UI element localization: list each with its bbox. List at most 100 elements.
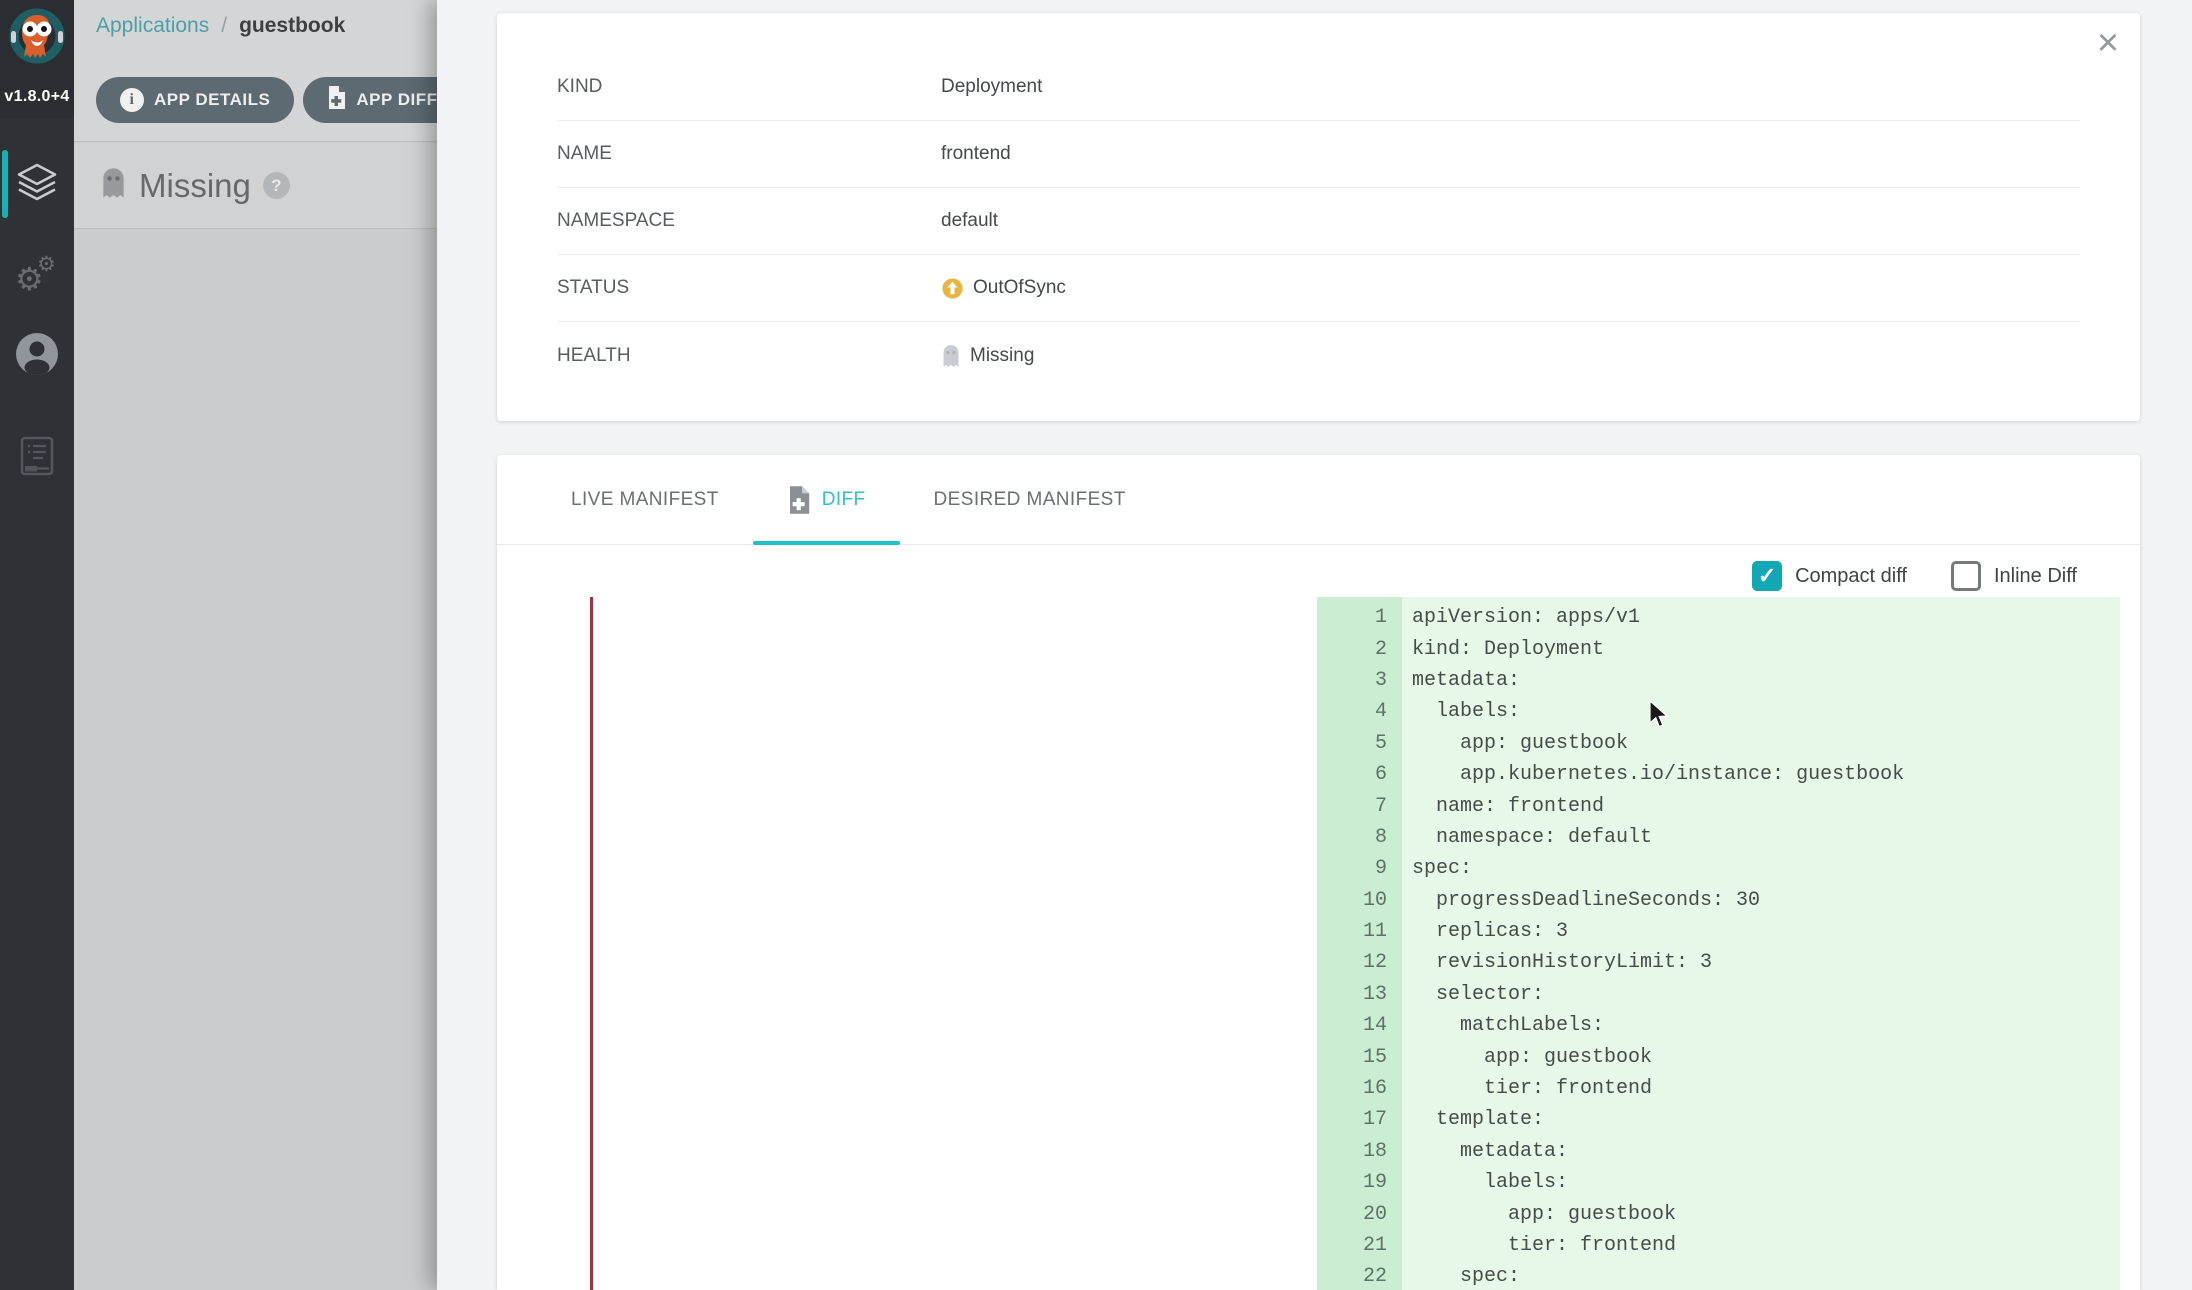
diff-option[interactable]: ✓ Inline Diff: [1951, 561, 2077, 591]
tab-label: LIVE MANIFEST: [571, 489, 719, 511]
summary-row: NAME: [557, 121, 2080, 188]
resource-slide-panel: × KIND: [437, 0, 2192, 1290]
line-text: name: frontend: [1402, 795, 1604, 818]
file-diff-icon: [327, 85, 346, 115]
line-text: spec:: [1402, 857, 1472, 880]
out-of-sync-icon: [941, 277, 964, 300]
line-text: kind: Deployment: [1402, 638, 1604, 661]
summary-row-value: default: [941, 210, 998, 232]
checkbox-label: Compact diff: [1795, 565, 1907, 588]
app-health-label: Missing: [139, 167, 251, 205]
summary-row-value-text: default: [941, 210, 998, 232]
sidebar-item-settings[interactable]: ⚙ ⚙: [0, 238, 74, 310]
diff-line: 6 app.kubernetes.io/instance: guestbook: [1317, 759, 2120, 790]
diff-added-pane: 1 apiVersion: apps/v1 2 kind: Deployment…: [1317, 597, 2120, 1290]
diff-controls: ✓ Compact diff ✓ Inline Diff: [1752, 561, 2077, 591]
diff-line: 16 tier: frontend: [1317, 1073, 2120, 1104]
diff-line: 13 selector:: [1317, 979, 2120, 1010]
close-icon[interactable]: ×: [2084, 19, 2132, 67]
line-text: revisionHistoryLimit: 3: [1402, 951, 1712, 974]
line-text: namespace: default: [1402, 826, 1652, 849]
diff-option[interactable]: ✓ Compact diff: [1752, 561, 1907, 591]
resource-summary-card: × KIND: [497, 13, 2140, 421]
diff-line: 5 app: guestbook: [1317, 728, 2120, 759]
breadcrumb-current: guestbook: [239, 14, 345, 38]
checkbox[interactable]: ✓: [1951, 561, 1981, 591]
info-icon: i: [120, 88, 144, 112]
summary-row-label: NAME: [557, 143, 941, 165]
line-text: labels:: [1402, 700, 1520, 723]
sidebar-item-applications[interactable]: [0, 148, 74, 220]
line-number: 8: [1317, 826, 1402, 849]
diff-line: 12 revisionHistoryLimit: 3: [1317, 947, 2120, 978]
line-number: 16: [1317, 1077, 1402, 1100]
manifest-tabbar: LIVE MANIFEST DIFF: [497, 455, 2140, 545]
resource-summary: KIND: [557, 54, 2080, 389]
sidebar-item-user[interactable]: [0, 320, 74, 392]
diff-line: 8 namespace: default: [1317, 822, 2120, 853]
line-number: 14: [1317, 1014, 1402, 1037]
sidebar: v1.8.0+4 ⚙ ⚙: [0, 0, 74, 1290]
line-number: 4: [1317, 700, 1402, 723]
user-icon: [14, 331, 60, 382]
diff-line: 18 metadata:: [1317, 1136, 2120, 1167]
diff-line: 17 template:: [1317, 1104, 2120, 1135]
line-text: selector:: [1402, 983, 1544, 1006]
summary-row-value-text: Deployment: [941, 76, 1042, 98]
breadcrumb-separator: /: [221, 14, 227, 38]
help-docs-icon: [19, 435, 55, 482]
diff-line: 4 labels:: [1317, 696, 2120, 727]
breadcrumb: Applications / guestbook: [96, 14, 345, 38]
summary-row-value-text: frontend: [941, 143, 1011, 165]
summary-row-value: frontend: [941, 143, 1011, 165]
line-number: 6: [1317, 763, 1402, 786]
manifest-tab[interactable]: LIVE MANIFEST: [537, 455, 753, 544]
diff-line: 22 spec:: [1317, 1261, 2120, 1290]
manifest-tab[interactable]: DIFF: [753, 455, 900, 544]
line-text: tier: frontend: [1402, 1077, 1652, 1100]
line-number: 21: [1317, 1234, 1402, 1257]
app-diff-label: APP DIFF: [356, 90, 437, 110]
manifest-tab[interactable]: DESIRED MANIFEST: [900, 455, 1160, 544]
settings-gears-icon: ⚙ ⚙: [15, 252, 59, 296]
diff-line: 19 labels:: [1317, 1167, 2120, 1198]
diff-line: 14 matchLabels:: [1317, 1010, 2120, 1041]
manifest-card: LIVE MANIFEST DIFF: [497, 455, 2140, 1290]
layers-icon: [15, 160, 59, 209]
ghost-health-icon: [941, 344, 961, 368]
mouse-cursor: [1648, 700, 1670, 735]
summary-row-value: Deployment: [941, 76, 1042, 98]
line-text: app: guestbook: [1402, 732, 1628, 755]
line-text: labels:: [1402, 1171, 1568, 1194]
summary-row: HEALTH: [557, 322, 2080, 389]
argocd-logo-icon[interactable]: [9, 8, 65, 64]
line-number: 5: [1317, 732, 1402, 755]
diff-line: 1 apiVersion: apps/v1: [1317, 602, 2120, 633]
diff-line: 7 name: frontend: [1317, 790, 2120, 821]
line-text: apiVersion: apps/v1: [1402, 606, 1640, 629]
summary-row-label: KIND: [557, 76, 941, 98]
breadcrumb-applications-link[interactable]: Applications: [96, 14, 209, 38]
checkbox-label: Inline Diff: [1994, 565, 2077, 588]
line-number: 20: [1317, 1203, 1402, 1226]
app-details-button[interactable]: i APP DETAILS: [96, 77, 294, 123]
summary-row-value-text: OutOfSync: [973, 277, 1066, 299]
line-number: 2: [1317, 638, 1402, 661]
checkbox[interactable]: ✓: [1752, 561, 1782, 591]
diff-line: 2 kind: Deployment: [1317, 633, 2120, 664]
line-text: replicas: 3: [1402, 920, 1568, 943]
line-text: progressDeadlineSeconds: 30: [1402, 889, 1760, 912]
help-question-icon[interactable]: ?: [263, 172, 290, 199]
diff-removed-pane-border: [590, 597, 593, 1290]
summary-row-value-text: Missing: [970, 345, 1034, 367]
summary-row-value: OutOfSync: [941, 277, 1066, 300]
line-number: 17: [1317, 1108, 1402, 1131]
diff-line: 9 spec:: [1317, 853, 2120, 884]
line-text: template:: [1402, 1108, 1544, 1131]
summary-row: NAMESPACE: [557, 188, 2080, 255]
line-number: 7: [1317, 795, 1402, 818]
sidebar-item-help[interactable]: [0, 422, 74, 494]
summary-row-label: NAMESPACE: [557, 210, 941, 232]
app-details-label: APP DETAILS: [154, 90, 270, 110]
summary-row: KIND: [557, 54, 2080, 121]
